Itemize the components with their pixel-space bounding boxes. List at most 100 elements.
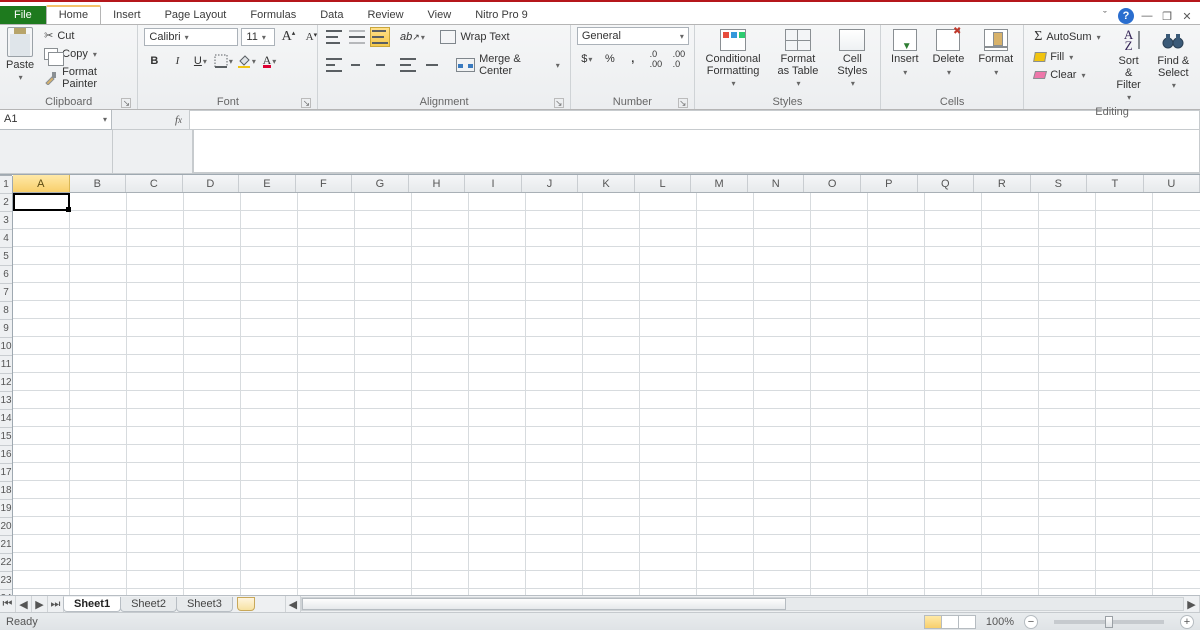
- tab-nitro[interactable]: Nitro Pro 9: [463, 6, 540, 24]
- row-header-16[interactable]: 16: [0, 446, 12, 464]
- align-middle-button[interactable]: [347, 27, 367, 47]
- column-header-H[interactable]: H: [409, 175, 466, 192]
- row-header-20[interactable]: 20: [0, 518, 12, 536]
- format-as-table-button[interactable]: Formatas Table ▾: [771, 27, 824, 92]
- tab-insert[interactable]: Insert: [101, 6, 153, 24]
- view-normal-button[interactable]: [924, 615, 942, 629]
- sheet-nav-next[interactable]: ▶: [32, 596, 48, 612]
- horizontal-scrollbar[interactable]: ◀ ▶: [285, 596, 1200, 612]
- row-header-14[interactable]: 14: [0, 410, 12, 428]
- column-header-A[interactable]: A: [13, 175, 70, 192]
- align-right-button[interactable]: [368, 55, 387, 75]
- column-header-G[interactable]: G: [352, 175, 409, 192]
- formula-bar-expanded-input[interactable]: [193, 130, 1200, 173]
- paste-button[interactable]: Paste ▾: [6, 27, 34, 82]
- dialog-launcher-icon[interactable]: ↘: [678, 98, 688, 108]
- number-format-select[interactable]: General▾: [577, 27, 689, 45]
- column-headers[interactable]: ABCDEFGHIJKLMNOPQRSTU: [13, 175, 1200, 193]
- window-restore-icon[interactable]: ❐: [1160, 10, 1174, 23]
- sheet-nav-prev[interactable]: ◀: [16, 596, 32, 612]
- row-header-22[interactable]: 22: [0, 554, 12, 572]
- row-header-10[interactable]: 10: [0, 338, 12, 356]
- row-header-9[interactable]: 9: [0, 320, 12, 338]
- fill-button[interactable]: Fill▾: [1030, 49, 1104, 65]
- column-header-S[interactable]: S: [1031, 175, 1088, 192]
- column-header-J[interactable]: J: [522, 175, 579, 192]
- row-header-6[interactable]: 6: [0, 266, 12, 284]
- column-header-M[interactable]: M: [691, 175, 748, 192]
- tab-review[interactable]: Review: [355, 6, 415, 24]
- name-box[interactable]: A1▾: [0, 110, 112, 130]
- minimize-ribbon-icon[interactable]: ˇ: [1098, 10, 1112, 22]
- row-header-4[interactable]: 4: [0, 230, 12, 248]
- zoom-out-button[interactable]: −: [1024, 615, 1038, 629]
- font-color-button[interactable]: A▾: [259, 51, 279, 71]
- align-top-button[interactable]: [324, 27, 344, 47]
- scroll-right-icon[interactable]: ▶: [1184, 596, 1200, 612]
- sort-filter-button[interactable]: AZ Sort &Filter ▾: [1111, 27, 1147, 106]
- view-page-layout-button[interactable]: [941, 615, 959, 629]
- window-minimize-icon[interactable]: —: [1140, 10, 1154, 22]
- align-center-button[interactable]: [346, 55, 365, 75]
- font-name-select[interactable]: Calibri▾: [144, 28, 238, 46]
- scroll-left-icon[interactable]: ◀: [285, 596, 301, 612]
- tab-formulas[interactable]: Formulas: [238, 6, 308, 24]
- tab-view[interactable]: View: [416, 6, 464, 24]
- column-header-Q[interactable]: Q: [918, 175, 975, 192]
- merge-center-button[interactable]: Merge & Center▾: [452, 51, 563, 79]
- sheet-nav-first[interactable]: ⏮: [0, 596, 16, 612]
- comma-button[interactable]: ,: [623, 49, 643, 69]
- fill-color-button[interactable]: ▾: [236, 51, 256, 71]
- tab-file[interactable]: File: [0, 6, 46, 24]
- copy-button[interactable]: Copy▾: [40, 46, 131, 62]
- zoom-value[interactable]: 100%: [986, 616, 1014, 628]
- active-cell[interactable]: [13, 193, 70, 211]
- column-header-P[interactable]: P: [861, 175, 918, 192]
- row-header-21[interactable]: 21: [0, 536, 12, 554]
- border-button[interactable]: ▾: [213, 51, 233, 71]
- row-header-2[interactable]: 2: [0, 194, 12, 212]
- column-header-I[interactable]: I: [465, 175, 522, 192]
- align-bottom-button[interactable]: [370, 27, 390, 47]
- column-header-O[interactable]: O: [804, 175, 861, 192]
- dialog-launcher-icon[interactable]: ↘: [301, 98, 311, 108]
- decrease-decimal-button[interactable]: .00.0: [669, 49, 689, 69]
- delete-cells-button[interactable]: ✖ Delete▾: [929, 27, 969, 81]
- row-header-8[interactable]: 8: [0, 302, 12, 320]
- zoom-in-button[interactable]: +: [1180, 615, 1194, 629]
- cell-styles-button[interactable]: CellStyles ▾: [831, 27, 874, 92]
- italic-button[interactable]: I: [167, 51, 187, 71]
- view-page-break-button[interactable]: [958, 615, 976, 629]
- column-header-D[interactable]: D: [183, 175, 240, 192]
- zoom-slider[interactable]: [1054, 620, 1164, 624]
- new-sheet-button[interactable]: [237, 597, 255, 611]
- row-header-7[interactable]: 7: [0, 284, 12, 302]
- row-header-5[interactable]: 5: [0, 248, 12, 266]
- row-header-15[interactable]: 15: [0, 428, 12, 446]
- column-header-R[interactable]: R: [974, 175, 1031, 192]
- window-close-icon[interactable]: ✕: [1180, 10, 1194, 23]
- format-painter-button[interactable]: Format Painter: [40, 64, 131, 92]
- cut-button[interactable]: ✂ Cut: [40, 27, 131, 44]
- row-header-12[interactable]: 12: [0, 374, 12, 392]
- row-header-3[interactable]: 3: [0, 212, 12, 230]
- underline-button[interactable]: U▾: [190, 51, 210, 71]
- format-cells-button[interactable]: Format▾: [974, 27, 1017, 81]
- find-select-button[interactable]: Find &Select ▾: [1153, 27, 1194, 94]
- column-header-N[interactable]: N: [748, 175, 805, 192]
- orientation-button[interactable]: ab↗▾: [402, 27, 422, 47]
- insert-cells-button[interactable]: ▼ Insert▾: [887, 27, 923, 81]
- scroll-thumb[interactable]: [302, 598, 787, 610]
- sheet-tab-2[interactable]: Sheet2: [120, 597, 177, 612]
- wrap-text-button[interactable]: Wrap Text: [436, 28, 513, 46]
- row-header-11[interactable]: 11: [0, 356, 12, 374]
- accounting-button[interactable]: $▾: [577, 49, 597, 69]
- insert-function-button[interactable]: fx: [168, 110, 190, 130]
- autosum-button[interactable]: ΣAutoSum▾: [1030, 27, 1104, 47]
- row-header-19[interactable]: 19: [0, 500, 12, 518]
- align-left-button[interactable]: [324, 55, 343, 75]
- column-header-F[interactable]: F: [296, 175, 353, 192]
- cell-grid[interactable]: [13, 193, 1200, 595]
- sheet-nav-last[interactable]: ⏭: [48, 596, 64, 612]
- tab-home[interactable]: Home: [46, 5, 101, 24]
